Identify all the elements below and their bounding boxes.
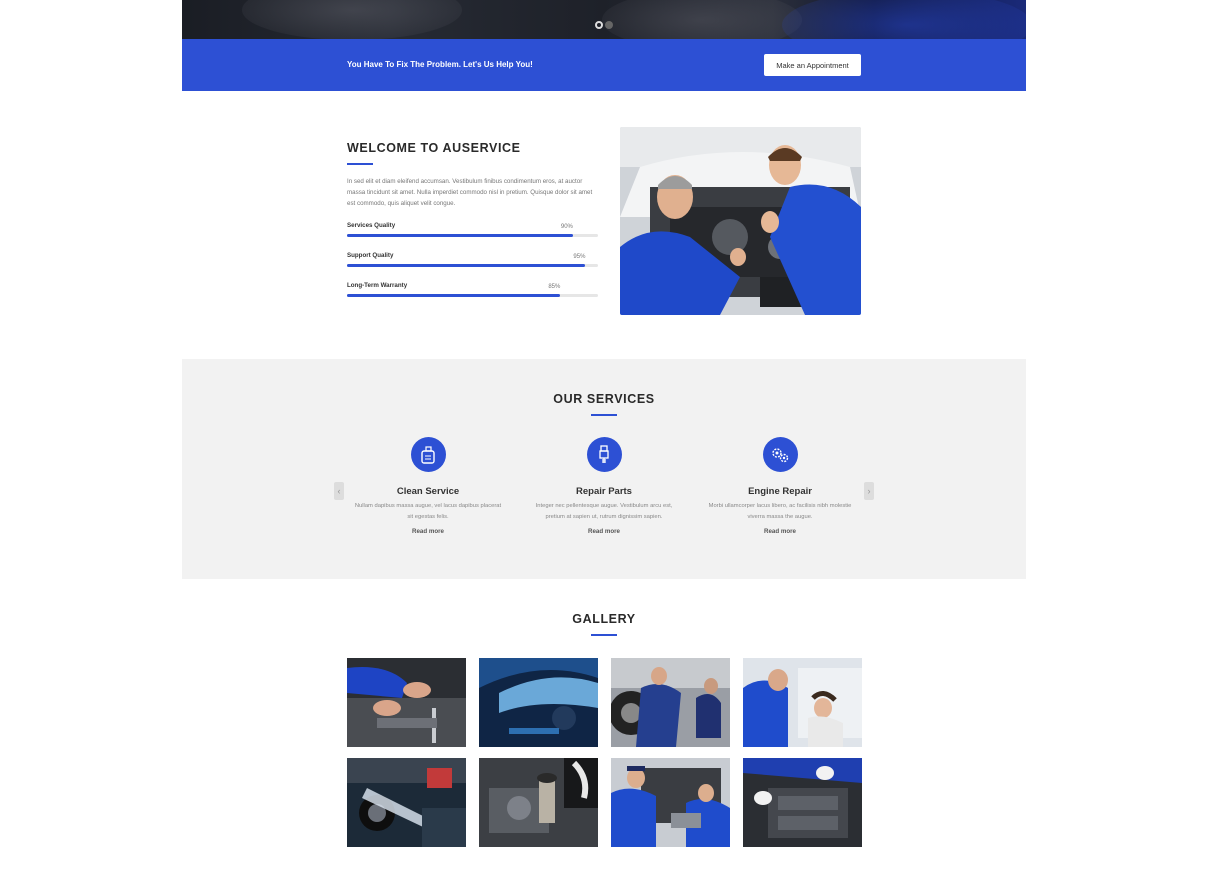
gallery-image-engine-closeup[interactable]: [479, 758, 598, 847]
services-section: OUR SERVICES ‹ › Clean Service Nullam da…: [182, 359, 1026, 579]
call-to-action-bar: You Have To Fix The Problem. Let's Us He…: [182, 39, 1026, 91]
hero-slider: [182, 0, 1026, 39]
gallery-image-car-dashboard[interactable]: [479, 658, 598, 747]
gallery-image-pressure-washing-car[interactable]: [347, 758, 466, 847]
service-name: Clean Service: [396, 486, 460, 497]
mechanics-photo: [620, 127, 861, 315]
skill-label: Support Quality: [347, 252, 394, 259]
service-description: Nullam dapibus massa augue, vel lacus da…: [354, 503, 502, 520]
chevron-left-icon: ‹: [337, 486, 341, 496]
read-more-link[interactable]: Read more: [705, 528, 855, 535]
service-description: Morbi ullamcorper lacus libero, ac facil…: [708, 503, 852, 520]
slider-dot-2[interactable]: [605, 21, 613, 29]
hero-image-shade: [602, 0, 802, 39]
skill-label: Services Quality: [347, 222, 396, 229]
service-card-repair-parts: Repair Parts Integer nec pellentesque au…: [529, 437, 679, 535]
service-card-clean-service: Clean Service Nullam dapibus massa augue…: [353, 437, 503, 535]
welcome-text: In sed elit et diam eleifend accumsan. V…: [347, 178, 593, 207]
skill-long-term-warranty: Long-Term Warranty 85%: [347, 282, 598, 302]
progress-fill: [347, 294, 561, 297]
progress-fill: [347, 234, 573, 237]
skill-support-quality: Support Quality 95%: [347, 252, 598, 272]
read-more-link[interactable]: Read more: [353, 528, 503, 535]
services-title: OUR SERVICES: [553, 392, 655, 406]
make-appointment-button[interactable]: Make an Appointment: [764, 54, 861, 76]
service-card-engine-repair: Engine Repair Morbi ullamcorper lacus li…: [705, 437, 855, 535]
service-name: Engine Repair: [748, 486, 812, 497]
gallery-image-engine-inspection[interactable]: [743, 758, 862, 847]
gallery-image-hands-with-wrench[interactable]: [347, 658, 466, 747]
hero-image-shade: [782, 0, 1026, 39]
gallery-title: GALLERY: [572, 612, 636, 626]
spark-plug-icon: [586, 437, 622, 472]
progress-fill: [347, 264, 586, 267]
skill-percent: 95%: [573, 254, 586, 260]
chevron-right-icon: ›: [867, 486, 871, 496]
title-underline: [591, 634, 617, 636]
skill-services-quality: Services Quality 90%: [347, 222, 598, 242]
title-underline: [591, 414, 617, 416]
progress-track: [347, 264, 598, 267]
progress-track: [347, 294, 598, 297]
welcome-title: WELCOME TO AUSERVICE: [347, 141, 521, 155]
skill-percent: 90%: [560, 224, 573, 230]
cta-text: You Have To Fix The Problem. Let's Us He…: [347, 60, 533, 69]
progress-track: [347, 234, 598, 237]
oil-bottle-icon: [410, 437, 446, 472]
service-name: Repair Parts: [576, 486, 632, 497]
gears-icon: [762, 437, 798, 472]
hero-image-shade: [242, 0, 462, 39]
gallery-image-mechanic-and-driver[interactable]: [743, 658, 862, 747]
gallery-image-mechanic-at-tire[interactable]: [611, 658, 730, 747]
slider-pagination: [595, 21, 613, 29]
carousel-prev-button[interactable]: ‹: [334, 482, 344, 500]
gallery-image-mechanics-thumbs-up[interactable]: [611, 758, 730, 847]
service-description: Integer nec pellentesque augue. Vestibul…: [535, 503, 673, 520]
title-underline: [347, 163, 373, 165]
read-more-link[interactable]: Read more: [529, 528, 679, 535]
skill-percent: 85%: [548, 284, 561, 290]
slider-dot-1[interactable]: [595, 21, 603, 29]
skill-label: Long-Term Warranty: [347, 282, 408, 289]
carousel-next-button[interactable]: ›: [864, 482, 874, 500]
